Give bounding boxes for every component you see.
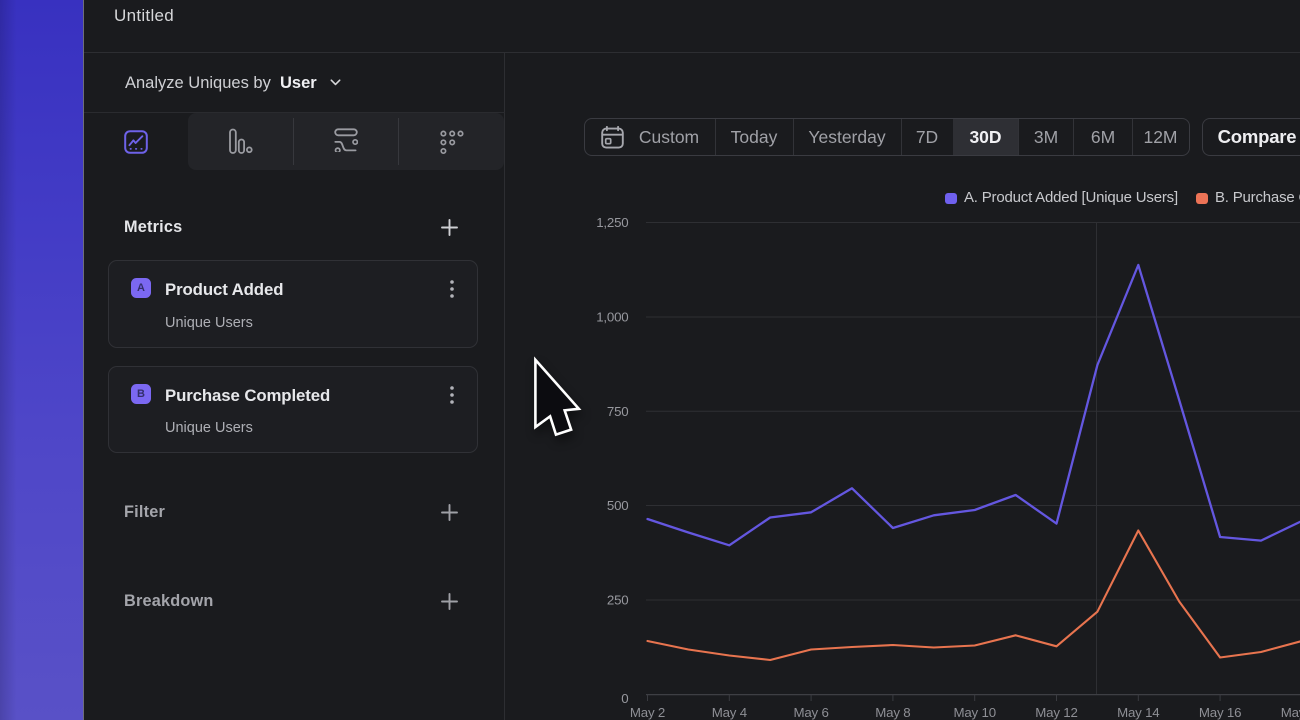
- svg-text:500: 500: [607, 498, 629, 513]
- svg-text:250: 250: [607, 593, 629, 608]
- svg-text:0: 0: [621, 691, 628, 706]
- svg-text:May 12: May 12: [1035, 705, 1077, 720]
- svg-text:750: 750: [607, 404, 629, 419]
- svg-text:1,000: 1,000: [596, 310, 628, 325]
- svg-text:May 18: May 18: [1281, 705, 1300, 720]
- svg-text:May 4: May 4: [712, 705, 747, 720]
- svg-text:May 10: May 10: [953, 705, 995, 720]
- svg-text:May 16: May 16: [1199, 705, 1241, 720]
- svg-text:1,250: 1,250: [596, 215, 628, 230]
- svg-text:May 6: May 6: [793, 705, 828, 720]
- svg-text:May 14: May 14: [1117, 705, 1159, 720]
- svg-text:May 8: May 8: [875, 705, 910, 720]
- svg-text:May 2: May 2: [630, 705, 665, 720]
